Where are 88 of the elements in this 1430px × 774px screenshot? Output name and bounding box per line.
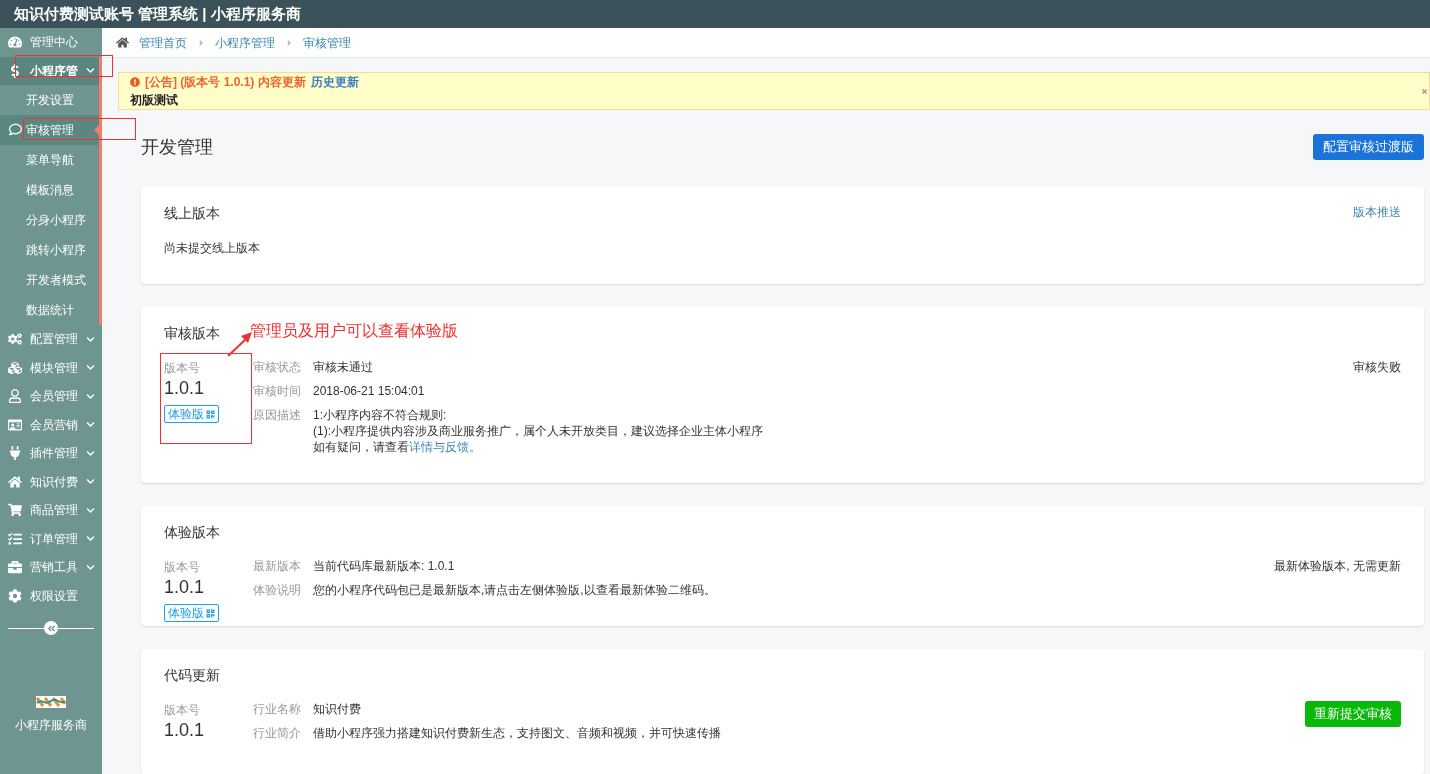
triangle-marker-icon <box>94 125 99 135</box>
detail-label: 行业简介 <box>253 725 302 741</box>
settings-icon <box>8 588 22 603</box>
card-title: 审核版本 <box>164 324 220 343</box>
detail-value: 当前代码库最新版本: 1.0.1 <box>313 558 455 574</box>
detail-label: 体验说明 <box>253 582 302 598</box>
breadcrumb-link[interactable]: 管理首页 <box>139 33 187 52</box>
brand-name: 小程序服务商 <box>15 717 87 734</box>
card-title: 代码更新 <box>164 666 220 685</box>
page-title: 开发管理 <box>141 136 213 159</box>
cart-icon <box>8 503 22 518</box>
status-text: 审核失败 <box>1353 359 1401 375</box>
notice-title: [公告] (版本号 1.0.1) 内容更新 <box>145 74 306 91</box>
detail-label: 最新版本 <box>253 558 302 574</box>
home-icon[interactable] <box>116 36 129 49</box>
submenu-item[interactable]: 分身小程序 <box>0 205 99 235</box>
submenu-item[interactable]: 审核管理 <box>0 115 99 145</box>
chevron-right-icon <box>285 38 293 47</box>
chevron-right-icon <box>197 38 205 47</box>
resubmit-button[interactable]: 重新提交审核 <box>1305 701 1401 727</box>
cubes-icon <box>8 360 22 375</box>
submenu-item[interactable]: 模板消息 <box>0 175 99 205</box>
detail-label: 审核状态 <box>253 359 302 375</box>
breadcrumb-link[interactable]: 小程序管理 <box>215 33 275 52</box>
submenu-item[interactable]: 开发设置 <box>0 85 99 115</box>
sidebar-item[interactable]: 模块管理 <box>0 353 102 382</box>
preview-button[interactable]: 体验版 <box>164 405 219 423</box>
preview-button[interactable]: 体验版 <box>164 604 219 622</box>
detail-label: 审核时间 <box>253 383 302 399</box>
user-icon <box>8 389 22 404</box>
notice-text: 初版测试 <box>130 92 178 109</box>
sidebar-item[interactable]: 订单管理 <box>0 524 102 553</box>
card-message: 尚未提交线上版本 <box>164 240 260 257</box>
sidebar-item[interactable]: 商品管理 <box>0 496 102 525</box>
card-title: 线上版本 <box>164 204 220 223</box>
gears-icon <box>8 332 22 347</box>
submenu-item[interactable]: 开发者模式 <box>0 265 99 295</box>
double-chevron-left-icon <box>46 623 56 633</box>
dollar-icon <box>8 63 22 78</box>
notice-link[interactable]: 历史更新 <box>310 73 359 91</box>
qr-code-icon <box>206 409 215 419</box>
detail-value: 如有疑问，请查看详情与反馈。 <box>313 439 482 455</box>
annotation-text: 管理员及用户可以查看体验版 <box>250 321 458 341</box>
card-title: 体验版本 <box>164 523 220 542</box>
version-label: 版本号 <box>164 559 200 576</box>
detail-value: 1:小程序内容不符合规则: <box>313 407 448 423</box>
feedback-link[interactable]: 详情与反馈。 <box>409 440 481 454</box>
version-label: 版本号 <box>164 360 200 377</box>
sidebar-item[interactable]: 配置管理 <box>0 325 102 354</box>
sidebar-item[interactable]: 营销工具 <box>0 553 102 582</box>
version-label: 版本号 <box>164 702 200 719</box>
dashboard-icon <box>8 35 22 50</box>
detail-value: 知识付费 <box>313 701 361 717</box>
stripes-logo-icon <box>36 696 66 708</box>
config-button[interactable]: 配置审核过渡版 <box>1313 134 1424 160</box>
version-number: 1.0.1 <box>164 719 205 741</box>
sidebar-item[interactable]: 插件管理 <box>0 439 102 468</box>
submenu-item[interactable]: 菜单导航 <box>0 145 99 175</box>
sidebar-item[interactable]: 会员管理 <box>0 382 102 411</box>
detail-label: 原因描述 <box>253 407 302 423</box>
briefcase-icon <box>8 560 22 575</box>
sidebar-item[interactable]: 管理中心 <box>0 28 102 57</box>
close-icon[interactable] <box>1421 88 1428 95</box>
breadcrumb-link[interactable]: 审核管理 <box>303 33 351 52</box>
detail-value: 您的小程序代码包已是最新版本,请点击左侧体验版,以查看最新体验二维码。 <box>313 582 716 598</box>
detail-value: 审核未通过 <box>313 359 373 375</box>
list-icon <box>8 531 22 546</box>
detail-label: 行业名称 <box>253 701 302 717</box>
version-number: 1.0.1 <box>164 576 205 598</box>
qr-code-icon <box>206 608 215 618</box>
push-link[interactable]: 版本推送 <box>1353 203 1401 221</box>
submenu-item[interactable]: 数据统计 <box>0 295 99 325</box>
status-text: 最新体验版本, 无需更新 <box>1274 558 1401 574</box>
home-icon <box>8 474 22 489</box>
id-card-icon <box>8 417 22 432</box>
sidebar-item[interactable]: 知识付费 <box>0 467 102 496</box>
comment-icon <box>9 123 22 136</box>
submenu-item[interactable]: 跳转小程序 <box>0 235 99 265</box>
sidebar-item[interactable]: 会员营销 <box>0 410 102 439</box>
detail-value: (1):小程序提供内容涉及商业服务推广，属个人未开放类目，建议选择企业主体小程序 <box>313 423 763 439</box>
alert-icon <box>130 77 140 87</box>
window-title: 知识付费测试账号 管理系统 | 小程序服务商 <box>14 3 301 24</box>
detail-value: 2018-06-21 15:04:01 <box>313 383 425 399</box>
version-number: 1.0.1 <box>164 377 205 399</box>
collapse-button[interactable] <box>44 621 58 635</box>
sidebar-item[interactable]: 权限设置 <box>0 581 102 610</box>
detail-value: 借助小程序强力搭建知识付费新生态，支持图文、音频和视频，并可快速传播 <box>313 725 721 741</box>
plug-icon <box>8 446 22 461</box>
